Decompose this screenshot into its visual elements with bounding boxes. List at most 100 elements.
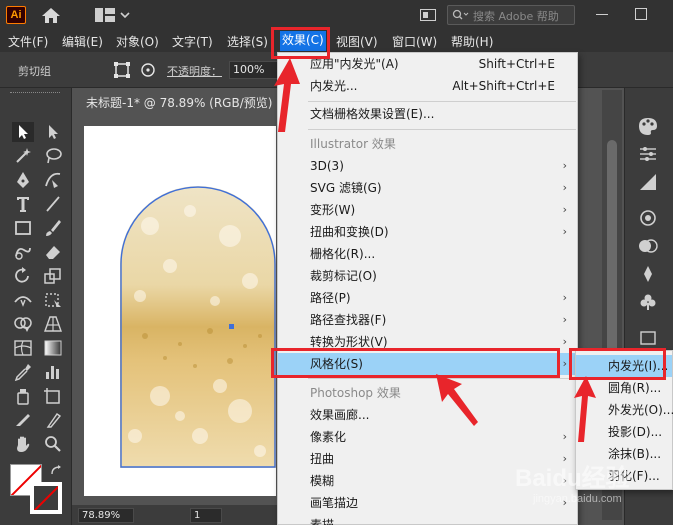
zoom-level-field[interactable]: 78.89%: [78, 508, 134, 523]
tools-panel: [0, 88, 72, 525]
menu-object[interactable]: 对象(O): [116, 33, 159, 50]
menu-item-pixelate[interactable]: 像素化 ›: [278, 426, 577, 448]
shape-builder-tool-icon[interactable]: [12, 314, 34, 334]
menu-effect[interactable]: 效果(C): [280, 31, 326, 51]
submenu-arrow-icon: ›: [562, 159, 567, 172]
edit-contents-icon[interactable]: [139, 61, 157, 79]
menu-help[interactable]: 帮助(H): [451, 33, 493, 50]
color-palette-icon[interactable]: [637, 116, 659, 136]
menu-bar: 文件(F) 编辑(E) 对象(O) 文字(T) 选择(S) 效果(C) 视图(V…: [0, 30, 673, 52]
menu-item-convert-to-shape[interactable]: 转换为形状(V) ›: [278, 331, 577, 353]
menu-select[interactable]: 选择(S): [227, 33, 268, 50]
arrange-documents-icon[interactable]: [420, 9, 436, 21]
menu-view[interactable]: 视图(V): [336, 33, 378, 50]
glitter-arch-image[interactable]: [120, 186, 276, 468]
menu-item-crop-marks[interactable]: 裁剪标记(O): [278, 265, 577, 287]
menu-item-sketch[interactable]: 素描: [278, 514, 577, 525]
edit-clipping-path-icon[interactable]: [113, 61, 131, 79]
rectangle-tool-icon[interactable]: [12, 218, 34, 238]
shaper-tool-icon[interactable]: [12, 242, 34, 262]
workspace-layout-icon[interactable]: [95, 8, 133, 22]
submenu-item-drop-shadow[interactable]: 投影(D)...: [576, 421, 672, 443]
menu-item-label: 路径(P): [310, 291, 351, 305]
scale-tool-icon[interactable]: [42, 266, 64, 286]
direct-selection-tool-icon[interactable]: [42, 122, 64, 142]
rotate-tool-icon[interactable]: [12, 266, 34, 286]
menu-item-document-raster-settings[interactable]: 文档栅格效果设置(E)...: [278, 103, 577, 125]
slice-tool-icon[interactable]: [12, 410, 34, 430]
properties-sliders-icon[interactable]: [637, 144, 659, 164]
maximize-button[interactable]: [635, 8, 647, 20]
perspective-grid-tool-icon[interactable]: [42, 314, 64, 334]
eraser-tool-icon[interactable]: [42, 242, 64, 262]
artboard-tool-icon[interactable]: [42, 386, 64, 406]
type-tool-icon[interactable]: [12, 194, 34, 214]
curvature-tool-icon[interactable]: [42, 170, 64, 190]
menu-item-rasterize[interactable]: 栅格化(R)...: [278, 243, 577, 265]
appearance-icon[interactable]: [637, 208, 659, 228]
zoom-tool-icon[interactable]: [42, 434, 64, 454]
effect-menu-dropdown: 应用"内发光"(A) Shift+Ctrl+E 内发光... Alt+Shift+C…: [277, 52, 578, 525]
submenu-item-feather[interactable]: 羽化(F)...: [576, 465, 672, 487]
minimize-button[interactable]: [596, 14, 608, 15]
status-bar: 78.89% 1: [72, 505, 282, 525]
pen-tool-icon[interactable]: [12, 170, 34, 190]
magic-wand-tool-icon[interactable]: [12, 146, 34, 166]
menu-edit[interactable]: 编辑(E): [62, 33, 103, 50]
menu-item-distort-transform[interactable]: 扭曲和变换(D) ›: [278, 221, 577, 243]
submenu-item-round-corners[interactable]: 圆角(R)...: [576, 377, 672, 399]
gradient-tool-icon[interactable]: [42, 338, 64, 358]
mesh-tool-icon[interactable]: [12, 338, 34, 358]
swap-fill-stroke-icon[interactable]: [50, 464, 64, 478]
help-search-input[interactable]: 搜索 Adobe 帮助: [447, 5, 575, 25]
document-tab[interactable]: 未标题-1* @ 78.89% (RGB/预览): [78, 92, 276, 114]
search-icon: [452, 9, 469, 20]
layers-icon[interactable]: [637, 328, 659, 348]
eyedropper-tool-icon[interactable]: [12, 362, 34, 382]
submenu-arrow-icon: ›: [562, 203, 567, 216]
menu-item-inner-glow[interactable]: 内发光... Alt+Shift+Ctrl+E: [278, 75, 577, 97]
submenu-item-inner-glow[interactable]: 内发光(I)...: [576, 355, 672, 377]
width-tool-icon[interactable]: [12, 290, 34, 310]
club-symbol-icon[interactable]: [637, 292, 659, 312]
transparency-icon[interactable]: [637, 236, 659, 256]
gradient-panel-icon[interactable]: [637, 172, 659, 192]
menu-item-label: 3D(3): [310, 159, 344, 173]
menu-item-distort[interactable]: 扭曲 ›: [278, 448, 577, 470]
lasso-tool-icon[interactable]: [42, 146, 64, 166]
menu-type[interactable]: 文字(T): [172, 33, 213, 50]
artboard-number-field[interactable]: 1: [190, 508, 222, 523]
menu-item-apply-inner-glow[interactable]: 应用"内发光"(A) Shift+Ctrl+E: [278, 53, 577, 75]
eraser-knife-tool-icon[interactable]: [42, 410, 64, 430]
menu-item-brush-strokes[interactable]: 画笔描边 ›: [278, 492, 577, 514]
submenu-arrow-icon: ›: [562, 357, 567, 370]
line-segment-tool-icon[interactable]: [42, 194, 64, 214]
menu-file[interactable]: 文件(F): [8, 33, 48, 50]
menu-item-label: 像素化: [310, 430, 347, 444]
menu-item-path[interactable]: 路径(P) ›: [278, 287, 577, 309]
menu-item-stylize[interactable]: 风格化(S) ›: [278, 353, 577, 375]
graph-tool-icon[interactable]: [42, 362, 64, 382]
menu-item-warp[interactable]: 变形(W) ›: [278, 199, 577, 221]
menu-item-3d[interactable]: 3D(3) ›: [278, 155, 577, 177]
submenu-item-outer-glow[interactable]: 外发光(O)...: [576, 399, 673, 421]
menu-item-label: 模糊: [310, 474, 335, 488]
menu-item-effect-gallery[interactable]: 效果画廊...: [278, 404, 577, 426]
opacity-field[interactable]: 100%: [229, 61, 279, 79]
paintbrush-tool-icon[interactable]: [42, 218, 64, 238]
submenu-item-scribble[interactable]: 涂抹(B)...: [576, 443, 672, 465]
stroke-swatch[interactable]: [30, 482, 62, 514]
selection-type-label: 剪切组: [18, 65, 51, 78]
symbol-sprayer-tool-icon[interactable]: [12, 386, 34, 406]
selection-tool-icon[interactable]: [12, 122, 34, 142]
menu-item-blur[interactable]: 模糊 ›: [278, 470, 577, 492]
home-icon[interactable]: [40, 6, 62, 24]
free-transform-tool-icon[interactable]: [42, 290, 64, 310]
symbols-icon[interactable]: [637, 264, 659, 284]
opacity-label[interactable]: 不透明度：: [167, 63, 222, 79]
menu-item-pathfinder[interactable]: 路径查找器(F) ›: [278, 309, 577, 331]
submenu-arrow-icon: ›: [562, 496, 567, 509]
hand-tool-icon[interactable]: [12, 434, 34, 454]
menu-item-svg-filters[interactable]: SVG 滤镜(G) ›: [278, 177, 577, 199]
menu-window[interactable]: 窗口(W): [392, 33, 437, 50]
